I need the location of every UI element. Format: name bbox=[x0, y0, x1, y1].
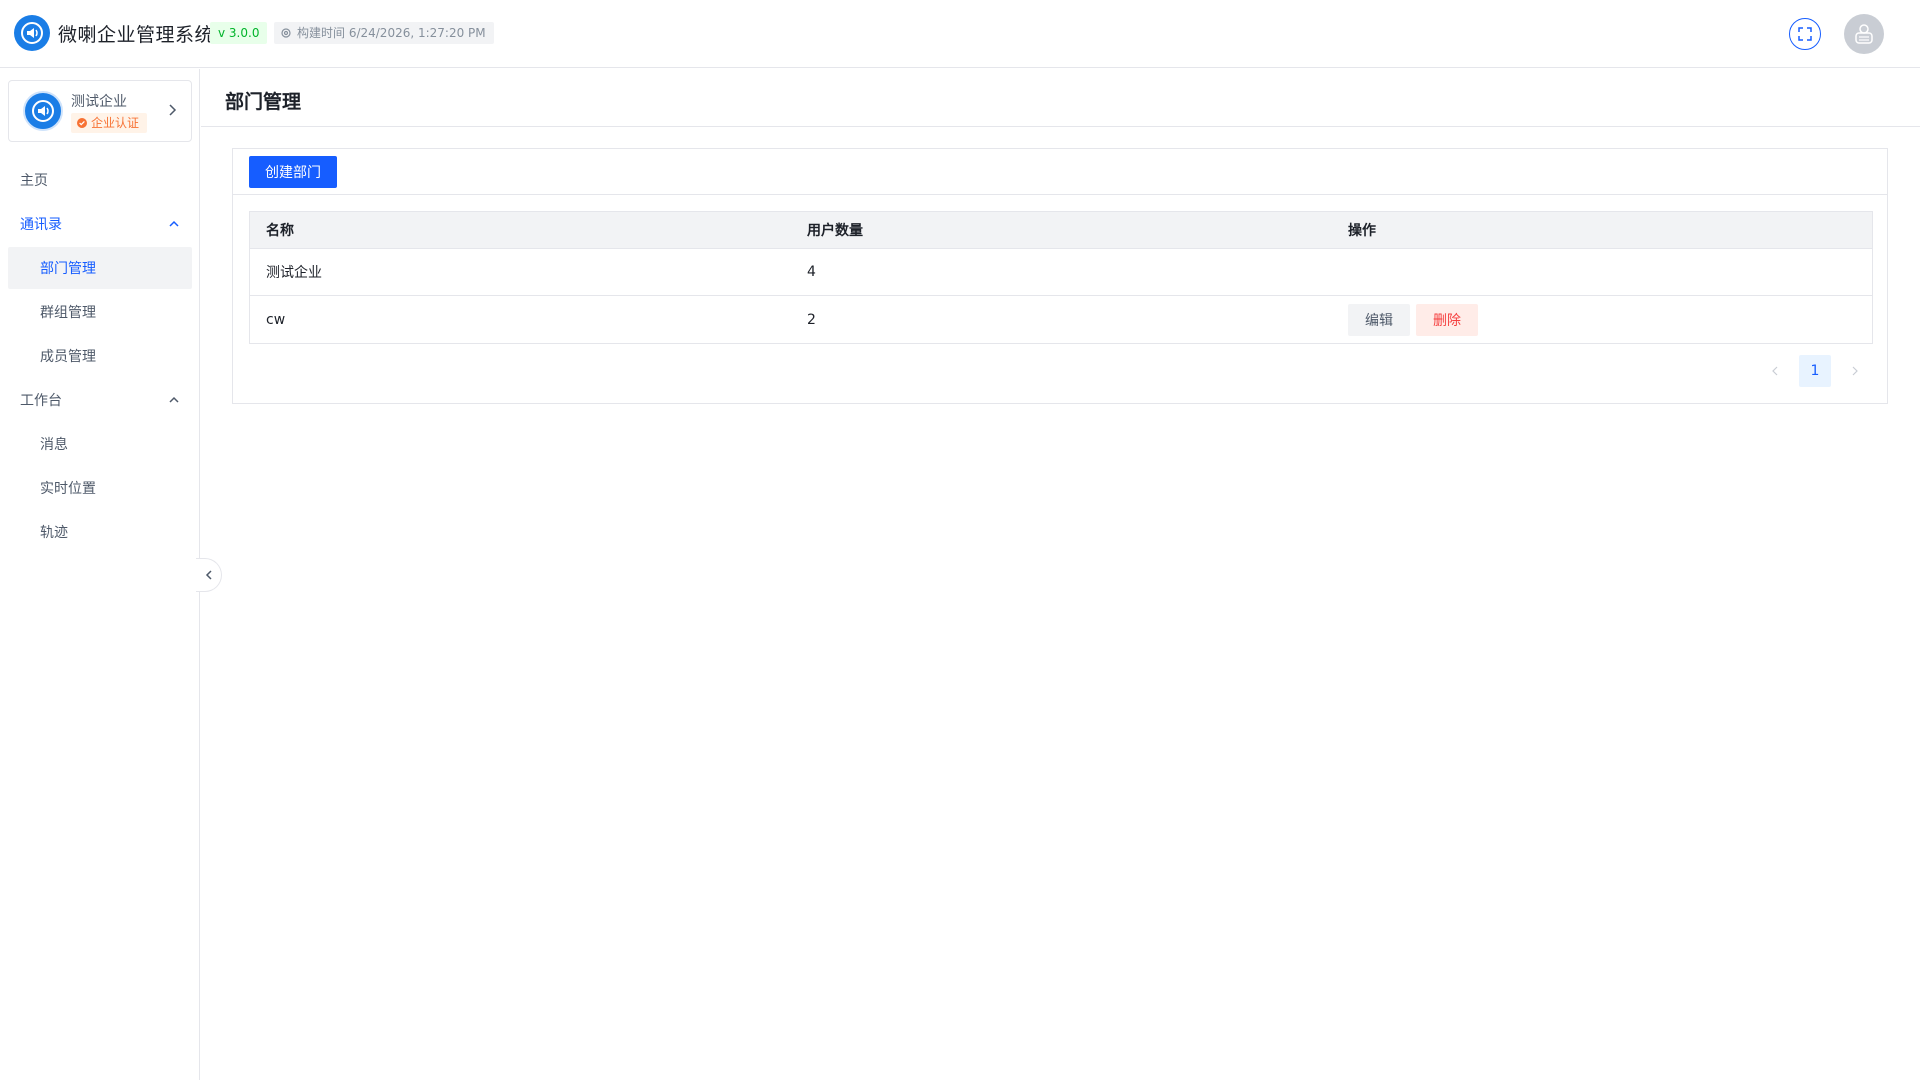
robot-avatar-icon bbox=[1855, 24, 1873, 44]
org-name: 测试企业 bbox=[71, 94, 127, 110]
page-title: 部门管理 bbox=[225, 91, 302, 113]
side-menu: 主页 通讯录 部门管理 群组管理 成员管理 工作台 消息 实时位置 轨迹 bbox=[0, 157, 200, 555]
department-table: 名称 用户数量 操作 测试企业 4 cw 2 编辑 删除 bbox=[249, 211, 1873, 344]
menu-item-label: 实时位置 bbox=[40, 481, 96, 497]
column-header-name: 名称 bbox=[266, 223, 294, 239]
org-badge-label: 企业认证 bbox=[91, 116, 140, 130]
next-page-button[interactable] bbox=[1839, 355, 1871, 387]
build-time-badge: 构建时间 6/24/2026, 1:27:20 PM bbox=[274, 22, 494, 44]
actions-cell: 编辑 删除 bbox=[1332, 303, 1872, 336]
menu-item-label: 部门管理 bbox=[40, 261, 96, 277]
speaker-icon bbox=[21, 22, 43, 44]
fullscreen-icon bbox=[1798, 27, 1812, 41]
menu-item-groups[interactable]: 群组管理 bbox=[8, 291, 192, 333]
menu-item-label: 轨迹 bbox=[40, 525, 68, 541]
menu-item-departments[interactable]: 部门管理 bbox=[8, 247, 192, 289]
department-name-cell: cw bbox=[266, 311, 286, 328]
menu-group-contacts[interactable]: 通讯录 bbox=[8, 203, 192, 245]
chevron-up-icon bbox=[169, 220, 179, 227]
column-header-actions: 操作 bbox=[1348, 223, 1376, 239]
column-header-user-count: 用户数量 bbox=[807, 223, 863, 239]
table-row: 测试企业 4 bbox=[250, 249, 1872, 296]
menu-item-label: 群组管理 bbox=[40, 305, 96, 321]
fullscreen-button[interactable] bbox=[1789, 18, 1821, 50]
chevron-left-icon bbox=[1772, 366, 1778, 376]
menu-item-label: 主页 bbox=[20, 173, 48, 189]
table-header-row: 名称 用户数量 操作 bbox=[250, 212, 1872, 249]
app-title: 微喇企业管理系统 bbox=[58, 24, 215, 46]
chevron-up-icon bbox=[169, 396, 179, 403]
department-name-cell: 测试企业 bbox=[266, 265, 322, 281]
menu-item-label: 通讯录 bbox=[20, 217, 62, 233]
sidebar-collapse-button[interactable] bbox=[196, 558, 222, 592]
panel-toolbar: 创建部门 bbox=[233, 149, 1887, 195]
top-header: 微喇企业管理系统 v 3.0.0 构建时间 6/24/2026, 1:27:20… bbox=[0, 0, 1920, 68]
check-circle-icon bbox=[77, 118, 87, 128]
menu-group-workbench[interactable]: 工作台 bbox=[8, 379, 192, 421]
chevron-left-icon bbox=[205, 570, 212, 580]
department-panel: 创建部门 名称 用户数量 操作 测试企业 4 cw 2 编辑 删除 1 bbox=[232, 148, 1888, 404]
gear-icon bbox=[281, 28, 291, 38]
table-row: cw 2 编辑 删除 bbox=[250, 296, 1872, 343]
menu-item-label: 消息 bbox=[40, 437, 68, 453]
user-count-cell: 4 bbox=[807, 264, 816, 280]
user-count-cell: 2 bbox=[807, 311, 816, 328]
user-avatar[interactable] bbox=[1844, 14, 1884, 54]
menu-item-label: 成员管理 bbox=[40, 349, 96, 365]
create-department-button[interactable]: 创建部门 bbox=[249, 156, 337, 188]
menu-item-members[interactable]: 成员管理 bbox=[8, 335, 192, 377]
chevron-right-icon bbox=[1852, 366, 1858, 376]
menu-item-trajectory[interactable]: 轨迹 bbox=[8, 511, 192, 553]
delete-button[interactable]: 删除 bbox=[1416, 303, 1478, 336]
build-time-text: 构建时间 6/24/2026, 1:27:20 PM bbox=[297, 26, 486, 40]
edit-button[interactable]: 编辑 bbox=[1348, 303, 1410, 336]
pagination: 1 bbox=[1759, 355, 1871, 387]
menu-item-label: 工作台 bbox=[20, 393, 62, 409]
sidebar: 测试企业 企业认证 主页 通讯录 部门管理 群组管理 成员管理 工作台 消息 实… bbox=[0, 69, 200, 1080]
prev-page-button[interactable] bbox=[1759, 355, 1791, 387]
menu-item-realtime-location[interactable]: 实时位置 bbox=[8, 467, 192, 509]
version-badge: v 3.0.0 bbox=[210, 22, 268, 44]
menu-item-messages[interactable]: 消息 bbox=[8, 423, 192, 465]
org-switcher[interactable]: 测试企业 企业认证 bbox=[8, 80, 192, 142]
org-certified-badge: 企业认证 bbox=[71, 113, 148, 133]
chevron-right-icon bbox=[169, 104, 177, 116]
page-header: 部门管理 bbox=[201, 69, 1920, 127]
app-logo bbox=[14, 15, 50, 51]
page-number-button[interactable]: 1 bbox=[1799, 355, 1831, 387]
org-logo bbox=[23, 91, 63, 131]
menu-item-home[interactable]: 主页 bbox=[8, 159, 192, 201]
speaker-icon bbox=[32, 100, 54, 122]
